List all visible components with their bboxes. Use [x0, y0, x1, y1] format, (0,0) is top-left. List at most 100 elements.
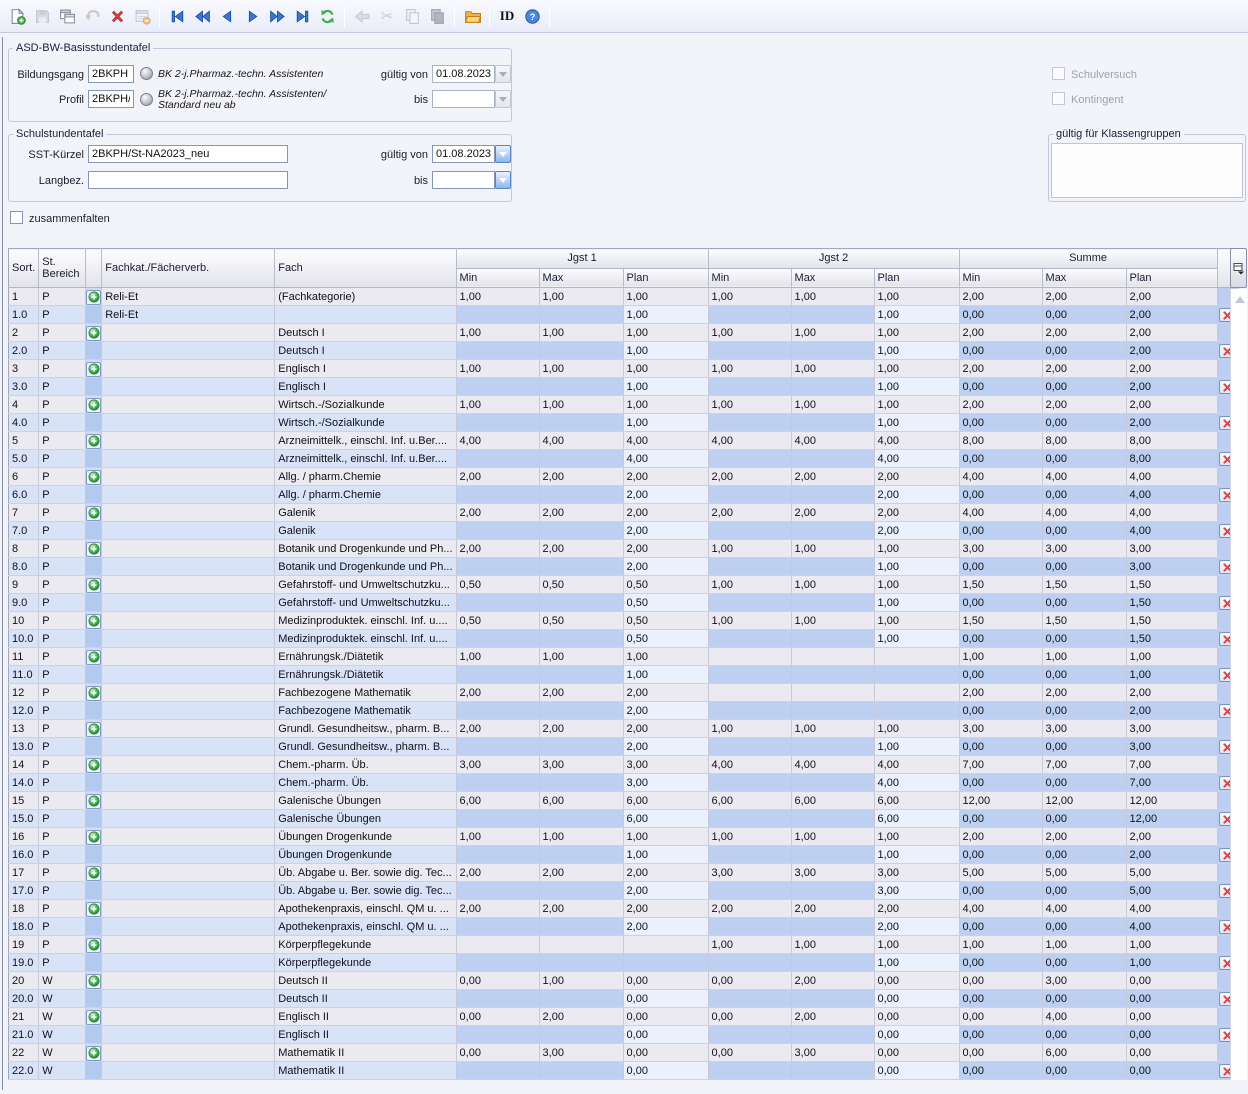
cell-value[interactable]	[791, 648, 874, 666]
cell-value[interactable]: 1,00	[456, 648, 539, 666]
cell-value[interactable]: 3,00	[623, 774, 708, 792]
cell-value[interactable]: 2,00	[1042, 288, 1126, 306]
add-row-button[interactable]	[86, 1046, 101, 1061]
cell-value[interactable]	[791, 684, 874, 702]
cell-value[interactable]: 5,00	[1126, 864, 1217, 882]
cell-value[interactable]: 2,00	[623, 558, 708, 576]
cell-value[interactable]: 4,00	[874, 774, 959, 792]
cell-value[interactable]: 7,00	[1126, 756, 1217, 774]
cell-value[interactable]	[456, 936, 539, 954]
cell-value[interactable]: 2,00	[708, 468, 791, 486]
cell-value[interactable]: 1,00	[1042, 936, 1126, 954]
cell-value[interactable]: 0,00	[456, 1008, 539, 1026]
cell-value[interactable]: 1,00	[623, 360, 708, 378]
add-row-button[interactable]	[86, 398, 101, 413]
cell-value[interactable]: 1,00	[874, 396, 959, 414]
cell-value[interactable]: 1,00	[708, 540, 791, 558]
cell-value[interactable]: 2,00	[1042, 360, 1126, 378]
cell-value[interactable]: 0,00	[1126, 1044, 1217, 1062]
cell-value[interactable]: 2,00	[874, 918, 959, 936]
cell-value[interactable]: 1,00	[874, 828, 959, 846]
bildungsgang-field[interactable]	[88, 65, 134, 83]
cell-value[interactable]: 2,00	[456, 540, 539, 558]
cell-value[interactable]: 2,00	[456, 504, 539, 522]
cell-value[interactable]: 4,00	[1042, 504, 1126, 522]
folder-button[interactable]	[460, 4, 484, 28]
cell-value[interactable]: 1,00	[791, 936, 874, 954]
cell-value[interactable]: 6,00	[623, 810, 708, 828]
cell-value[interactable]: 2,00	[874, 504, 959, 522]
cell-value[interactable]: 0,00	[708, 1044, 791, 1062]
cell-value[interactable]: 2,00	[959, 360, 1042, 378]
cell-value[interactable]: 2,00	[874, 900, 959, 918]
cell-value[interactable]: 3,00	[874, 882, 959, 900]
cell-value[interactable]: 1,00	[874, 720, 959, 738]
cell-value[interactable]: 2,00	[1126, 684, 1217, 702]
cell-value[interactable]: 0,00	[456, 1044, 539, 1062]
cell-value[interactable]: 1,00	[791, 360, 874, 378]
cell-value[interactable]: 1,00	[791, 612, 874, 630]
cell-value[interactable]: 0,50	[456, 612, 539, 630]
gueltig-von-field-1[interactable]	[432, 65, 495, 83]
cell-value[interactable]: 1,00	[456, 828, 539, 846]
cell-value[interactable]: 0,50	[539, 612, 623, 630]
cell-value[interactable]: 4,00	[1042, 900, 1126, 918]
cell-value[interactable]: 1,00	[874, 738, 959, 756]
cell-value[interactable]: 0,00	[874, 1008, 959, 1026]
cell-value[interactable]: 1,00	[1126, 648, 1217, 666]
cell-value[interactable]: 2,00	[623, 918, 708, 936]
cell-value[interactable]: 4,00	[874, 432, 959, 450]
cell-value[interactable]: 2,00	[623, 522, 708, 540]
cell-value[interactable]: 2,00	[708, 900, 791, 918]
cell-value[interactable]: 2,00	[623, 864, 708, 882]
cell-value[interactable]	[708, 648, 791, 666]
add-row-button[interactable]	[86, 722, 101, 737]
cell-value[interactable]: 1,00	[791, 576, 874, 594]
add-row-button[interactable]	[86, 542, 101, 557]
cell-value[interactable]: 1,00	[539, 972, 623, 990]
cell-value[interactable]: 2,00	[959, 324, 1042, 342]
cell-value[interactable]: 2,00	[1126, 288, 1217, 306]
cell-value[interactable]: 7,00	[959, 756, 1042, 774]
cell-value[interactable]: 4,00	[959, 900, 1042, 918]
cell-value[interactable]: 2,00	[623, 540, 708, 558]
cell-value[interactable]: 2,00	[874, 522, 959, 540]
cell-value[interactable]: 1,00	[539, 360, 623, 378]
cell-value[interactable]: 4,00	[456, 432, 539, 450]
cell-value[interactable]: 0,00	[456, 972, 539, 990]
add-row-button[interactable]	[86, 866, 101, 881]
cell-value[interactable]: 6,00	[708, 792, 791, 810]
add-row-button[interactable]	[86, 326, 101, 341]
bis-dropdown-2[interactable]	[495, 171, 511, 189]
duplicate-record-button[interactable]	[55, 4, 79, 28]
cell-value[interactable]: 0,00	[1126, 972, 1217, 990]
cell-value[interactable]: 2,00	[456, 864, 539, 882]
cell-value[interactable]: 1,00	[456, 360, 539, 378]
cell-value[interactable]: 0,00	[623, 1044, 708, 1062]
cell-value[interactable]: 3,00	[1126, 720, 1217, 738]
cell-value[interactable]: 1,00	[874, 594, 959, 612]
gueltig-von-field-2[interactable]	[432, 145, 495, 163]
cell-value[interactable]: 1,50	[1126, 576, 1217, 594]
cell-value[interactable]	[539, 936, 623, 954]
cell-value[interactable]: 1,00	[1042, 648, 1126, 666]
cell-value[interactable]: 2,00	[539, 864, 623, 882]
cell-value[interactable]: 2,00	[1042, 684, 1126, 702]
cell-value[interactable]: 3,00	[959, 720, 1042, 738]
cell-value[interactable]: 2,00	[959, 684, 1042, 702]
cell-value[interactable]: 1,00	[623, 414, 708, 432]
cell-value[interactable]: 1,50	[1042, 576, 1126, 594]
cell-value[interactable]: 2,00	[456, 720, 539, 738]
cell-value[interactable]: 6,00	[791, 792, 874, 810]
cell-value[interactable]: 2,00	[623, 468, 708, 486]
cell-value[interactable]: 1,00	[623, 342, 708, 360]
cell-value[interactable]: 1,00	[623, 846, 708, 864]
cell-value[interactable]: 2,00	[791, 972, 874, 990]
cell-value[interactable]: 1,00	[456, 288, 539, 306]
cell-value[interactable]: 1,00	[874, 324, 959, 342]
cell-value[interactable]: 2,00	[539, 720, 623, 738]
cell-value[interactable]: 1,50	[959, 612, 1042, 630]
cell-value[interactable]: 2,00	[874, 468, 959, 486]
cell-value[interactable]	[874, 648, 959, 666]
cell-value[interactable]: 0,50	[623, 630, 708, 648]
